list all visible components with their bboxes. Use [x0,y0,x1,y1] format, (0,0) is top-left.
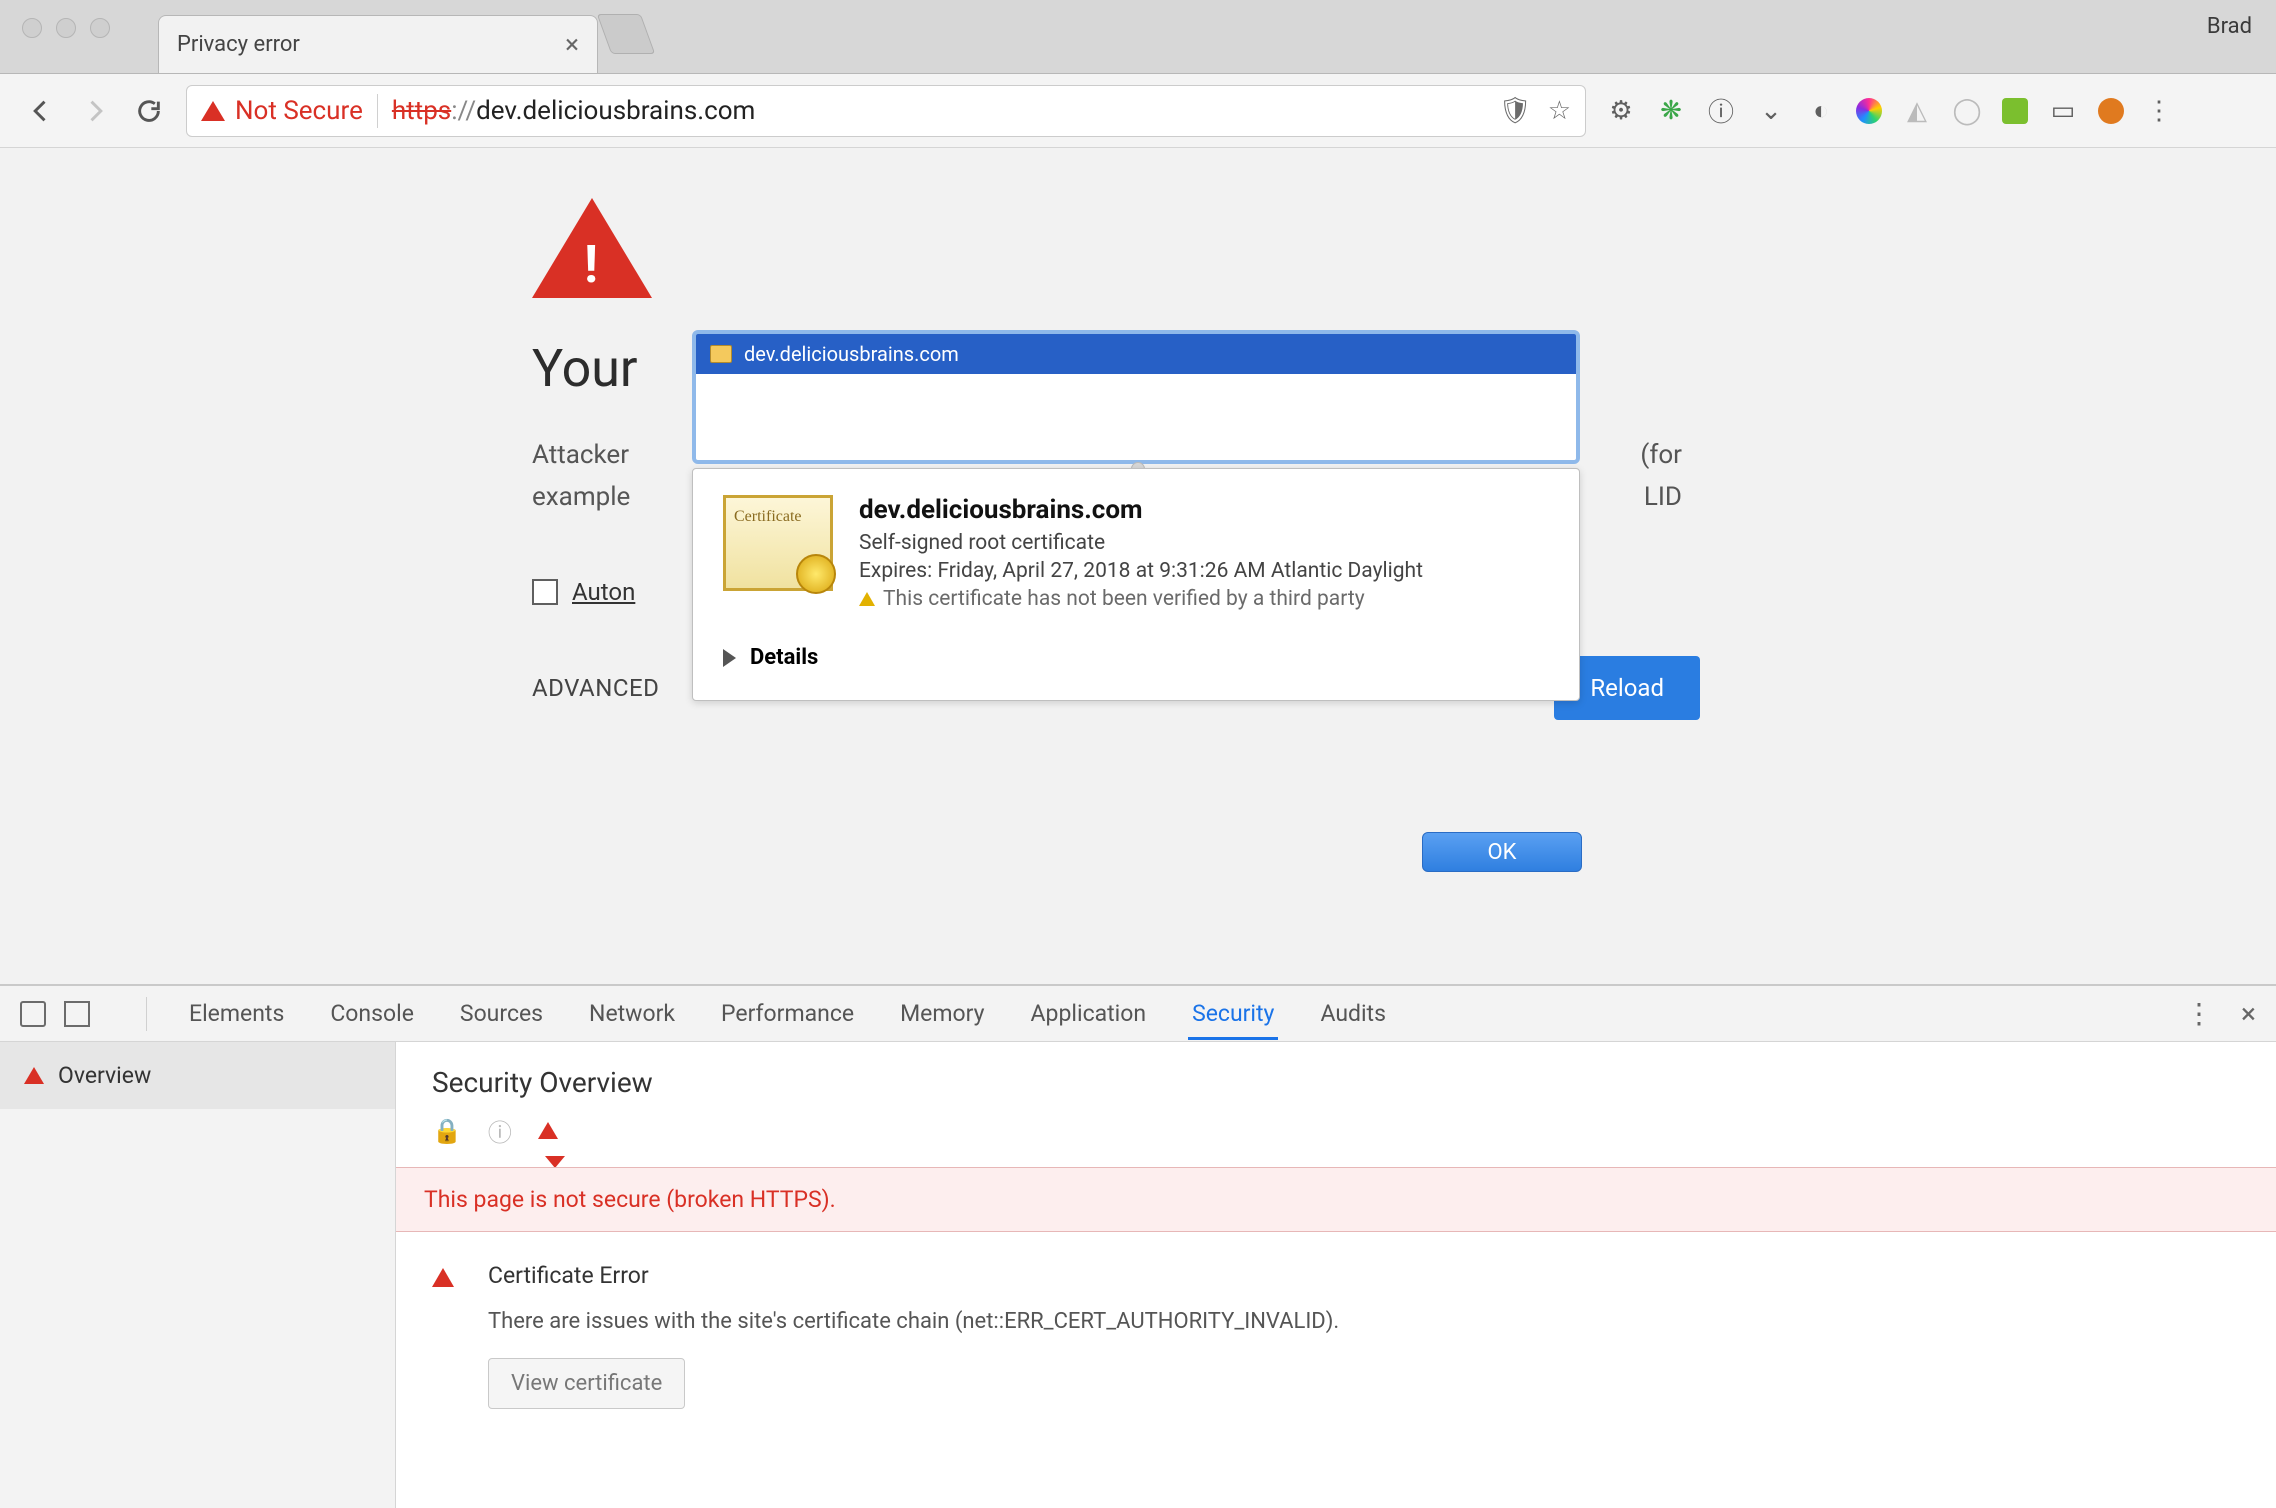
cert-expires: Expires: Friday, April 27, 2018 at 9:31:… [859,559,1423,583]
tab-application[interactable]: Application [1027,988,1151,1039]
lock-icon: 🔒 [432,1117,462,1145]
page-content: Your Attacker (for example LID Auton ADV… [0,148,2276,984]
ok-button[interactable]: OK [1422,832,1582,872]
tab-sources[interactable]: Sources [456,988,547,1039]
security-status-icons: 🔒 ⓘ [432,1113,2240,1148]
tab-title: Privacy error [177,32,551,57]
drive-icon[interactable]: ◭ [1902,96,1932,126]
auto-report-label: Auton [572,578,635,606]
browser-toolbar: Not Secure https://dev.deliciousbrains.c… [0,74,2276,148]
profile-name[interactable]: Brad [2207,14,2252,39]
insecure-banner: This page is not secure (broken HTTPS). [396,1167,2276,1232]
cert-type: Self-signed root certificate [859,531,1423,555]
sidebar-item-label: Overview [58,1062,151,1089]
devtools-panel: Elements Console Sources Network Perform… [0,984,2276,1508]
close-tab-icon[interactable]: × [565,32,579,58]
keychain-cert-selector[interactable]: dev.deliciousbrains.com [692,330,1580,464]
circle-extension-icon[interactable]: ◯ [1952,96,1982,126]
cert-details-label: Details [750,645,818,670]
devtools-menu-icon[interactable]: ⋮ [2185,997,2213,1030]
rainbow-extension-icon[interactable] [1856,98,1882,124]
advanced-link[interactable]: ADVANCED [532,674,659,702]
cert-bar-domain: dev.deliciousbrains.com [744,342,959,366]
warning-triangle-icon [24,1067,44,1084]
url-text: https://dev.deliciousbrains.com [392,96,756,126]
pocket-icon[interactable]: ⌄ [1756,96,1786,126]
address-bar[interactable]: Not Secure https://dev.deliciousbrains.c… [186,85,1586,137]
window-titlebar: Privacy error × Brad [0,0,2276,74]
lightbulb-icon[interactable]: ◐ [1806,95,1836,126]
device-toolbar-icon[interactable] [64,1001,90,1027]
certificate-error-section: Certificate Error There are issues with … [432,1262,2240,1409]
evernote-icon[interactable]: ❋ [1656,96,1686,126]
certificate-icon [723,495,833,591]
info-icon: ⓘ [488,1113,512,1148]
browser-tab[interactable]: Privacy error × [158,15,598,73]
cert-error-body: There are issues with the site's certifi… [488,1307,1339,1338]
devtools-tabbar: Elements Console Sources Network Perform… [0,986,2276,1042]
security-chip-label: Not Secure [235,96,363,126]
cert-error-title: Certificate Error [488,1262,1339,1289]
certificate-popup: dev.deliciousbrains.com Self-signed root… [692,468,1580,701]
devtools-main: Security Overview 🔒 ⓘ This page is not s… [396,1042,2276,1508]
reload-button[interactable] [132,94,166,128]
settings-gear-icon[interactable]: ⚙ [1606,96,1636,126]
separator [377,94,378,128]
chrome-menu-icon[interactable]: ⋮ [2144,96,2174,126]
duckduckgo-icon[interactable] [2098,98,2124,124]
folder-icon [710,345,732,363]
security-overview-heading: Security Overview [432,1066,2240,1099]
separator [146,997,147,1031]
inspect-element-icon[interactable] [20,1001,46,1027]
cert-details-toggle[interactable]: Details [693,645,1579,700]
tab-security[interactable]: Security [1188,988,1278,1040]
checkbox[interactable] [532,579,558,605]
warning-triangle-icon [201,101,225,121]
tab-audits[interactable]: Audits [1316,988,1390,1039]
tab-performance[interactable]: Performance [717,988,858,1039]
forward-button[interactable] [78,94,112,128]
info-icon[interactable]: ⓘ [1706,92,1736,129]
tab-elements[interactable]: Elements [185,988,288,1039]
sidebar-item-overview[interactable]: Overview [0,1042,395,1109]
error-triangle-icon [532,198,652,298]
site-info-icon[interactable]: 🛡 [1499,96,1532,126]
devtools-close-icon[interactable]: × [2241,997,2256,1030]
bookmark-star-icon[interactable]: ☆ [1548,96,1571,126]
devtools-sidebar: Overview [0,1042,396,1508]
cert-warning-text: This certificate has not been verified b… [883,587,1365,611]
tab-memory[interactable]: Memory [896,988,988,1039]
view-certificate-button[interactable]: View certificate [488,1358,685,1409]
security-chip[interactable]: Not Secure [201,96,363,126]
cert-warning-row: This certificate has not been verified b… [859,587,1423,611]
cert-domain: dev.deliciousbrains.com [859,495,1423,525]
back-button[interactable] [24,94,58,128]
warning-triangle-icon [538,1122,558,1139]
window-traffic-lights[interactable] [22,18,110,38]
warning-small-triangle-icon [859,592,875,606]
green-extension-icon[interactable] [2002,98,2028,124]
tab-console[interactable]: Console [326,988,418,1039]
tab-network[interactable]: Network [585,988,679,1039]
extension-icons: ⚙ ❋ ⓘ ⌄ ◐ ◭ ◯ ▭ ⋮ [1606,92,2174,129]
disclosure-triangle-icon [723,649,736,667]
cast-icon[interactable]: ▭ [2048,96,2078,126]
new-tab-button[interactable] [597,14,656,54]
warning-triangle-icon [432,1268,454,1287]
